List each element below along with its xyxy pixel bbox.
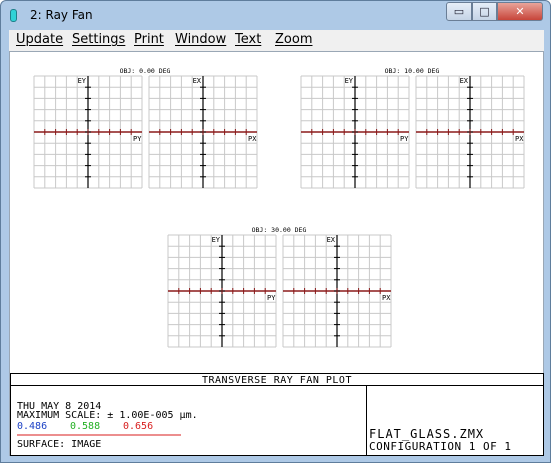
ray-fan-window: 2: Ray Fan ▭ □ ✕ Update Settings Print W… [0, 0, 551, 463]
horizontal-axis-label: PX [515, 135, 524, 143]
max-scale-text: MAXIMUM SCALE: ± 1.00E-005 µm. [17, 410, 198, 421]
vertical-axis-label: EY [78, 77, 87, 85]
maximize-button[interactable]: □ [472, 2, 497, 21]
wavelength-2: 0.588 [70, 421, 100, 432]
plot-canvas[interactable]: EY PY EX PX OBJ: 0.00 DEG EY PY EX PX OBJ: 10.00 … [9, 51, 544, 456]
horizontal-axis-label: PY [133, 135, 142, 143]
menu-update[interactable]: Update [16, 32, 63, 47]
plot-title: TRANSVERSE RAY FAN PLOT [202, 375, 352, 386]
field-label: OBJ: 0.00 DEG [120, 67, 171, 75]
window-title: 2: Ray Fan [30, 8, 93, 22]
menu-zoom[interactable]: Zoom [275, 32, 312, 47]
surface-text: SURFACE: IMAGE [17, 439, 101, 450]
ray-fan-panel: EY PY [33, 75, 143, 189]
vertical-axis-label: EX [460, 77, 469, 85]
field-label: OBJ: 30.00 DEG [252, 226, 307, 234]
app-icon [10, 9, 17, 22]
menu-print[interactable]: Print [134, 32, 164, 47]
horizontal-axis-label: PY [400, 135, 409, 143]
wavelength-1: 0.486 [17, 421, 47, 432]
horizontal-axis-label: PX [382, 294, 391, 302]
horizontal-axis-label: PY [267, 294, 276, 302]
wavelength-3: 0.656 [123, 421, 153, 432]
file-name-text: FLAT_GLASS.ZMX [369, 427, 484, 441]
ray-fan-panel: EY PY [167, 234, 277, 348]
menu-window[interactable]: Window [175, 32, 226, 47]
vertical-axis-label: EY [212, 236, 221, 244]
menu-bar: Update Settings Print Window Text Zoom [9, 30, 544, 51]
horizontal-axis-label: PX [248, 135, 257, 143]
field-label: OBJ: 10.00 DEG [385, 67, 440, 75]
close-button[interactable]: ✕ [497, 2, 543, 21]
vertical-axis-label: EX [193, 77, 202, 85]
minimize-button[interactable]: ▭ [446, 2, 472, 21]
vertical-axis-label: EX [327, 236, 336, 244]
configuration-text: CONFIGURATION 1 OF 1 [369, 440, 511, 453]
ray-fan-panel: EX PX [415, 75, 525, 189]
ray-fan-plot: EY PY EX PX OBJ: 0.00 DEG EY PY EX PX OBJ: 10.00 … [10, 67, 544, 456]
ray-fan-panel: EY PY [300, 75, 410, 189]
vertical-axis-label: EY [345, 77, 354, 85]
ray-fan-panel: EX PX [148, 75, 258, 189]
menu-text[interactable]: Text [235, 32, 261, 47]
menu-settings[interactable]: Settings [72, 32, 125, 47]
ray-fan-panel: EX PX [282, 234, 392, 348]
title-bar[interactable]: 2: Ray Fan ▭ □ ✕ [1, 1, 550, 30]
